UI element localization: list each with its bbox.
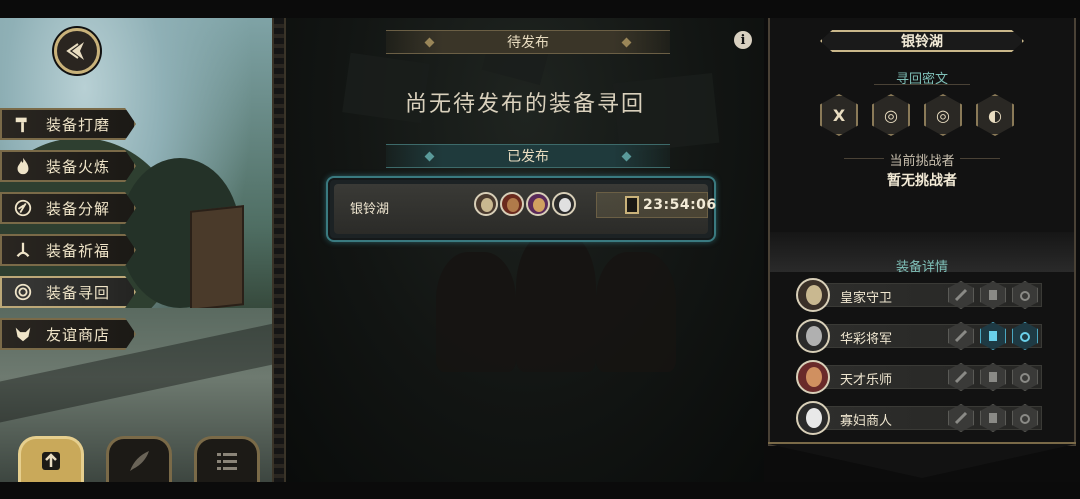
flame-icon (12, 155, 34, 177)
hero-name: 天才乐师 (840, 373, 893, 388)
weapon-slot-icon[interactable] (948, 322, 974, 350)
list-item[interactable]: 天才乐师 (796, 360, 1046, 394)
location-title: 银铃湖 (820, 30, 1024, 52)
published-card-name: 银铃湖 (350, 202, 390, 217)
feather-button[interactable] (106, 436, 172, 482)
armor-slot-icon[interactable] (980, 363, 1006, 391)
feather-icon (130, 450, 149, 471)
ring-slot-icon[interactable] (1012, 322, 1038, 350)
menu-item-label: 装备打磨 (46, 115, 111, 134)
rune-swirl-icon: ◎ (924, 94, 962, 136)
published-section-header: 已发布 (386, 144, 670, 168)
avatar (474, 192, 498, 216)
avatar (526, 192, 550, 216)
menu-item-friend-shop[interactable]: 友谊商店 (0, 318, 136, 350)
menu-item-fire[interactable]: 装备火炼 (0, 150, 136, 182)
list-item[interactable]: 寡妇商人 (796, 401, 1046, 435)
menu-item-label: 装备祈福 (46, 241, 111, 260)
card-avatars (474, 192, 576, 216)
menu-item-label: 友谊商店 (46, 325, 111, 344)
weapon-slot-icon[interactable] (948, 281, 974, 309)
menu-item-blessing[interactable]: 装备祈福 (0, 234, 136, 266)
menu-item-disassemble[interactable]: 装备分解 (0, 192, 136, 224)
left-divider (272, 18, 286, 482)
side-menu: 装备打磨 装备火炼 装备分解 装备祈福 装备寻回 友谊商店 (0, 108, 136, 360)
details-title: 装备详情 (895, 260, 948, 275)
pending-empty-text: 尚无待发布的装备寻回 (404, 92, 645, 117)
menu-item-retrieve[interactable]: 装备寻回 (0, 276, 136, 308)
fox-icon (12, 323, 34, 345)
countdown-timer: 23:54:06 (596, 192, 716, 218)
challenger-label: 当前挑战者 (889, 154, 955, 169)
back-arrow-icon (66, 42, 84, 60)
menu-item-label: 装备火炼 (46, 157, 111, 176)
list-item[interactable]: 皇家守卫 (796, 278, 1046, 312)
game-frame: 装备打磨 装备火炼 装备分解 装备祈福 装备寻回 友谊商店 待发布 i 尚无待发… (0, 18, 1080, 482)
published-title: 已发布 (507, 149, 549, 165)
hammer-icon (12, 113, 34, 135)
challenger-value: 暂无挑战者 (887, 173, 957, 189)
menu-item-label: 装备寻回 (46, 283, 111, 302)
armor-slot-icon[interactable] (980, 404, 1006, 432)
right-panel: 银铃湖 寻回密文 X ◎ ◎ ◐ 当前挑战者 暂无挑战者 装备详情 皇家守卫 华… (764, 18, 1080, 482)
spiral-icon (12, 281, 34, 303)
hero-name: 华彩将军 (840, 332, 893, 347)
timer-value: 23:54:06 (643, 197, 717, 213)
pending-section-header: 待发布 (386, 30, 670, 54)
rune-row: X ◎ ◎ ◐ (820, 94, 1014, 136)
weapon-slot-icon[interactable] (948, 363, 974, 391)
details-header: 装备详情 (770, 232, 1074, 275)
published-card[interactable]: 银铃湖 23:54:06 (326, 176, 716, 242)
back-button[interactable] (54, 28, 100, 74)
weapon-slot-icon[interactable] (948, 404, 974, 432)
ring-slot-icon[interactable] (1012, 363, 1038, 391)
hourglass-icon (625, 196, 639, 214)
menu-item-polish[interactable]: 装备打磨 (0, 108, 136, 140)
armor-slot-icon[interactable] (980, 322, 1006, 350)
disassemble-icon (12, 197, 34, 219)
ring-slot-icon[interactable] (1012, 281, 1038, 309)
rune-swirl-icon: ◎ (872, 94, 910, 136)
pending-title: 待发布 (507, 35, 549, 51)
info-icon[interactable]: i (734, 31, 752, 49)
armor-slot-icon[interactable] (980, 281, 1006, 309)
hero-portrait (796, 360, 830, 394)
upload-arrow-icon (42, 451, 60, 470)
avatar (552, 192, 576, 216)
hero-portrait (796, 319, 830, 353)
hero-name: 皇家守卫 (840, 291, 893, 306)
hero-portrait (796, 278, 830, 312)
avatar (500, 192, 524, 216)
center-panel: 待发布 i 尚无待发布的装备寻回 已发布 银铃湖 23:54:06 (286, 18, 764, 482)
upload-button[interactable] (18, 436, 84, 482)
hero-name: 寡妇商人 (840, 414, 893, 429)
list-button[interactable] (194, 436, 260, 482)
blessing-icon (12, 239, 34, 261)
list-item[interactable]: 华彩将军 (796, 319, 1046, 353)
list-icon (217, 452, 237, 470)
hero-portrait (796, 401, 830, 435)
hero-list: 皇家守卫 华彩将军 天才乐师 寡妇商人 (796, 278, 1046, 442)
ring-slot-icon[interactable] (1012, 404, 1038, 432)
rune-split-icon: ◐ (976, 94, 1014, 136)
bottom-nav (18, 436, 260, 482)
menu-item-label: 装备分解 (46, 199, 111, 218)
rune-hourglass-icon: X (820, 94, 858, 136)
